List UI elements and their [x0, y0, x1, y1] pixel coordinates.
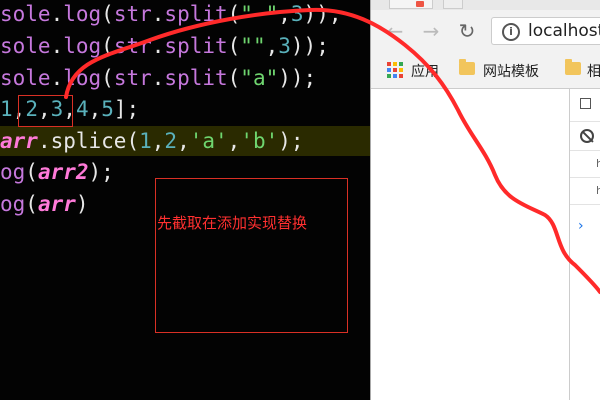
new-tab-button[interactable] — [443, 0, 463, 9]
console-row-2: h — [570, 178, 600, 205]
reload-icon[interactable]: ↻ — [455, 19, 479, 43]
annotation-box — [155, 178, 348, 333]
apps-grid-icon[interactable] — [387, 62, 403, 78]
code-line-1: sole.log(str.split(" ",3)); — [0, 2, 342, 26]
console-prompt-chevron-icon[interactable]: › — [578, 218, 584, 234]
code-line-2: sole.log(str.split("",3)); — [0, 34, 329, 58]
clear-console-icon[interactable] — [580, 129, 594, 143]
inspect-cursor-icon[interactable] — [580, 98, 591, 109]
annotation-text: 先截取在添加实现替换 — [157, 214, 308, 232]
devtools-toolbar — [570, 89, 600, 122]
console-row-text: h — [596, 184, 600, 197]
forward-arrow-icon[interactable]: → — [419, 19, 443, 43]
tab-strip — [371, 0, 600, 10]
info-icon[interactable]: i — [502, 23, 520, 41]
devtools-panel: h h › — [569, 89, 600, 400]
back-arrow-icon[interactable]: ← — [383, 19, 407, 43]
folder-icon — [459, 59, 475, 75]
console-row-1: h — [570, 151, 600, 178]
code-editor[interactable]: sole.log(str.split(" ",3)); sole.log(str… — [0, 0, 370, 400]
url-text: localhost — [528, 21, 600, 41]
bookmark-third-label[interactable]: 相 — [587, 61, 600, 81]
browser-tab[interactable] — [389, 0, 433, 9]
folder-icon — [565, 59, 581, 75]
code-line-splice: arr.splice(1,2,'a','b'); — [0, 126, 370, 156]
address-bar[interactable]: i localhost — [491, 17, 600, 45]
favicon-icon — [416, 1, 424, 7]
page-content — [371, 89, 600, 400]
bookmark-apps-label[interactable]: 应用 — [411, 61, 439, 81]
devtools-console-bar — [570, 122, 600, 151]
browser-window: ← → ↻ i localhost 应用 网站模板 相 h h › — [370, 0, 600, 400]
bookmark-templates-label[interactable]: 网站模板 — [483, 61, 539, 81]
browser-toolbar: ← → ↻ i localhost — [371, 10, 600, 52]
bookmarks-bar: 应用 网站模板 相 — [371, 52, 600, 89]
console-row-text: h — [596, 157, 600, 170]
highlight-box-array — [18, 95, 73, 127]
code-line-3: sole.log(str.split("a")); — [0, 66, 317, 90]
